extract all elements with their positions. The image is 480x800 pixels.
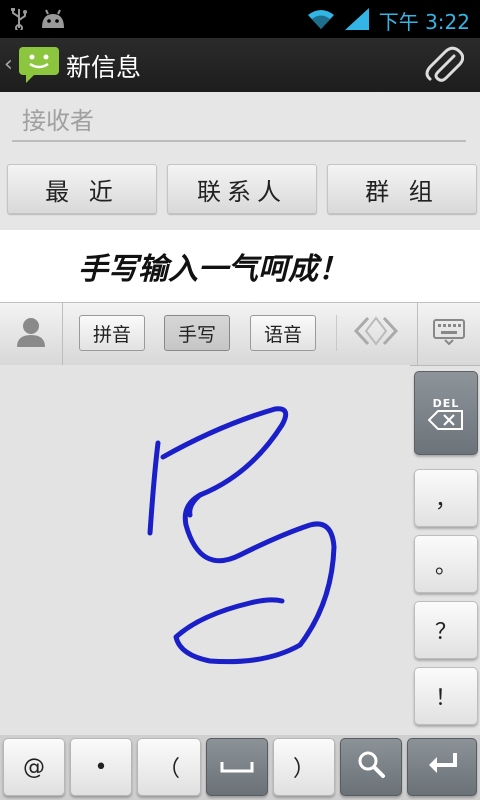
promo-banner: 手写输入一气呵成！	[0, 230, 480, 302]
recent-button[interactable]: 最 近	[7, 164, 157, 214]
side-keys: DEL ， 。 ？ ！	[410, 365, 480, 735]
groups-button[interactable]: 群 组	[327, 164, 477, 214]
right-paren-key[interactable]: ）	[273, 738, 335, 796]
usb-icon	[10, 8, 28, 34]
keyboard-switch-button[interactable]	[417, 303, 480, 365]
pinyin-mode-button[interactable]: 拼音	[79, 315, 145, 351]
banner-text: 手写输入一气呵成！	[78, 252, 348, 287]
handwriting-mode-button[interactable]: 手写	[164, 315, 230, 351]
handwriting-canvas[interactable]	[0, 365, 410, 735]
period-key[interactable]: 。	[414, 535, 478, 593]
dot-key[interactable]: •	[70, 738, 132, 796]
enter-icon	[425, 751, 459, 783]
left-paren-key[interactable]: （	[137, 738, 201, 796]
at-key[interactable]: @	[3, 738, 65, 796]
status-bar: 下午 3:22	[0, 0, 480, 38]
delete-icon: DEL	[428, 397, 464, 430]
bottom-key-row: @ • （ ）	[0, 735, 480, 800]
wifi-icon	[307, 8, 335, 34]
android-icon	[40, 8, 66, 34]
ime-toolbar: 拼音 手写 语音	[0, 302, 480, 366]
ime-scroll-arrows[interactable]	[336, 315, 415, 351]
space-icon	[220, 755, 254, 780]
back-chevron-icon[interactable]: ‹	[4, 52, 13, 77]
signal-icon	[344, 7, 369, 34]
action-bar: ‹ 新信息	[0, 38, 480, 93]
exclaim-key[interactable]: ！	[414, 667, 478, 725]
messaging-app-icon[interactable]	[18, 44, 60, 88]
recipient-input[interactable]	[12, 102, 466, 142]
action-bar-title: 新信息	[66, 53, 142, 82]
handwriting-stroke	[147, 406, 337, 665]
paperclip-icon[interactable]	[424, 46, 465, 88]
recipient-area: 最 近 联系人 群 组	[0, 92, 480, 230]
question-key[interactable]: ？	[414, 601, 478, 659]
user-icon	[16, 316, 46, 352]
contacts-button[interactable]: 联系人	[167, 164, 317, 214]
diamond-arrows-icon	[353, 316, 399, 350]
status-time: 下午 3:22	[378, 10, 470, 34]
voice-mode-button[interactable]: 语音	[250, 315, 316, 351]
space-key[interactable]	[206, 738, 268, 796]
enter-key[interactable]	[407, 738, 477, 796]
comma-key[interactable]: ，	[414, 469, 478, 527]
search-key[interactable]	[340, 738, 402, 796]
ime-account-button[interactable]	[0, 303, 63, 365]
search-icon	[357, 750, 385, 784]
recipient-tabs: 最 近 联系人 群 组	[7, 164, 477, 214]
delete-key[interactable]: DEL	[414, 371, 478, 455]
keyboard-icon	[433, 319, 465, 349]
